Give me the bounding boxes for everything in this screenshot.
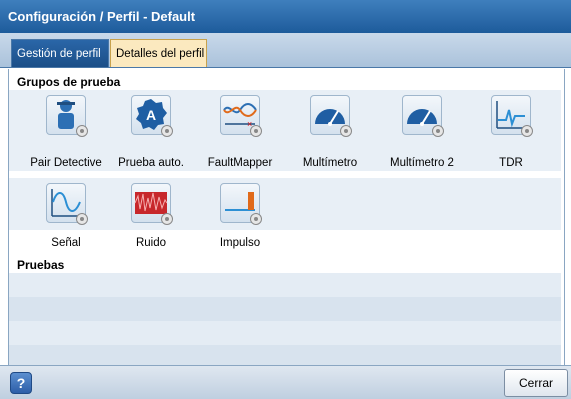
help-button[interactable]: ? [10, 372, 32, 394]
tdr-icon [491, 95, 533, 137]
settings-gear-icon [161, 213, 173, 225]
signal-icon [46, 183, 88, 225]
test-group-label: Impulso [219, 237, 261, 249]
pair-detective-icon [46, 95, 88, 137]
noise-icon [131, 183, 173, 225]
test-groups-heading: Grupos de prueba [17, 75, 121, 89]
test-group-label: TDR [499, 157, 523, 169]
settings-gear-icon [250, 213, 262, 225]
settings-gear-icon [340, 125, 352, 137]
tab-profile-management[interactable]: Gestión de perfil [11, 39, 109, 67]
window-title: Configuración / Perfil - Default [0, 0, 571, 33]
settings-gear-icon [432, 125, 444, 137]
settings-gear-icon [521, 125, 533, 137]
multimeter-icon [310, 95, 352, 137]
settings-gear-icon [76, 213, 88, 225]
multimeter-2-icon [402, 95, 444, 137]
settings-gear-icon [250, 125, 262, 137]
auto-test-icon: A [131, 95, 173, 137]
settings-gear-icon [161, 125, 173, 137]
bottom-bar: ? Cerrar [0, 365, 571, 399]
faultmapper-icon: × [220, 95, 262, 137]
tests-heading: Pruebas [17, 258, 65, 272]
tab-profile-details[interactable]: Detalles del perfil [110, 39, 207, 67]
profile-settings-window: Configuración / Perfil - Default Gestión… [0, 0, 571, 399]
svg-text:A: A [146, 107, 156, 123]
tests-list[interactable] [9, 273, 561, 365]
settings-gear-icon [76, 125, 88, 137]
test-groups-row-2-bg [9, 178, 561, 230]
impulse-icon [220, 183, 262, 225]
close-button[interactable]: Cerrar [504, 369, 568, 397]
tab-strip: Gestión de perfil Detalles del perfil [0, 33, 571, 68]
